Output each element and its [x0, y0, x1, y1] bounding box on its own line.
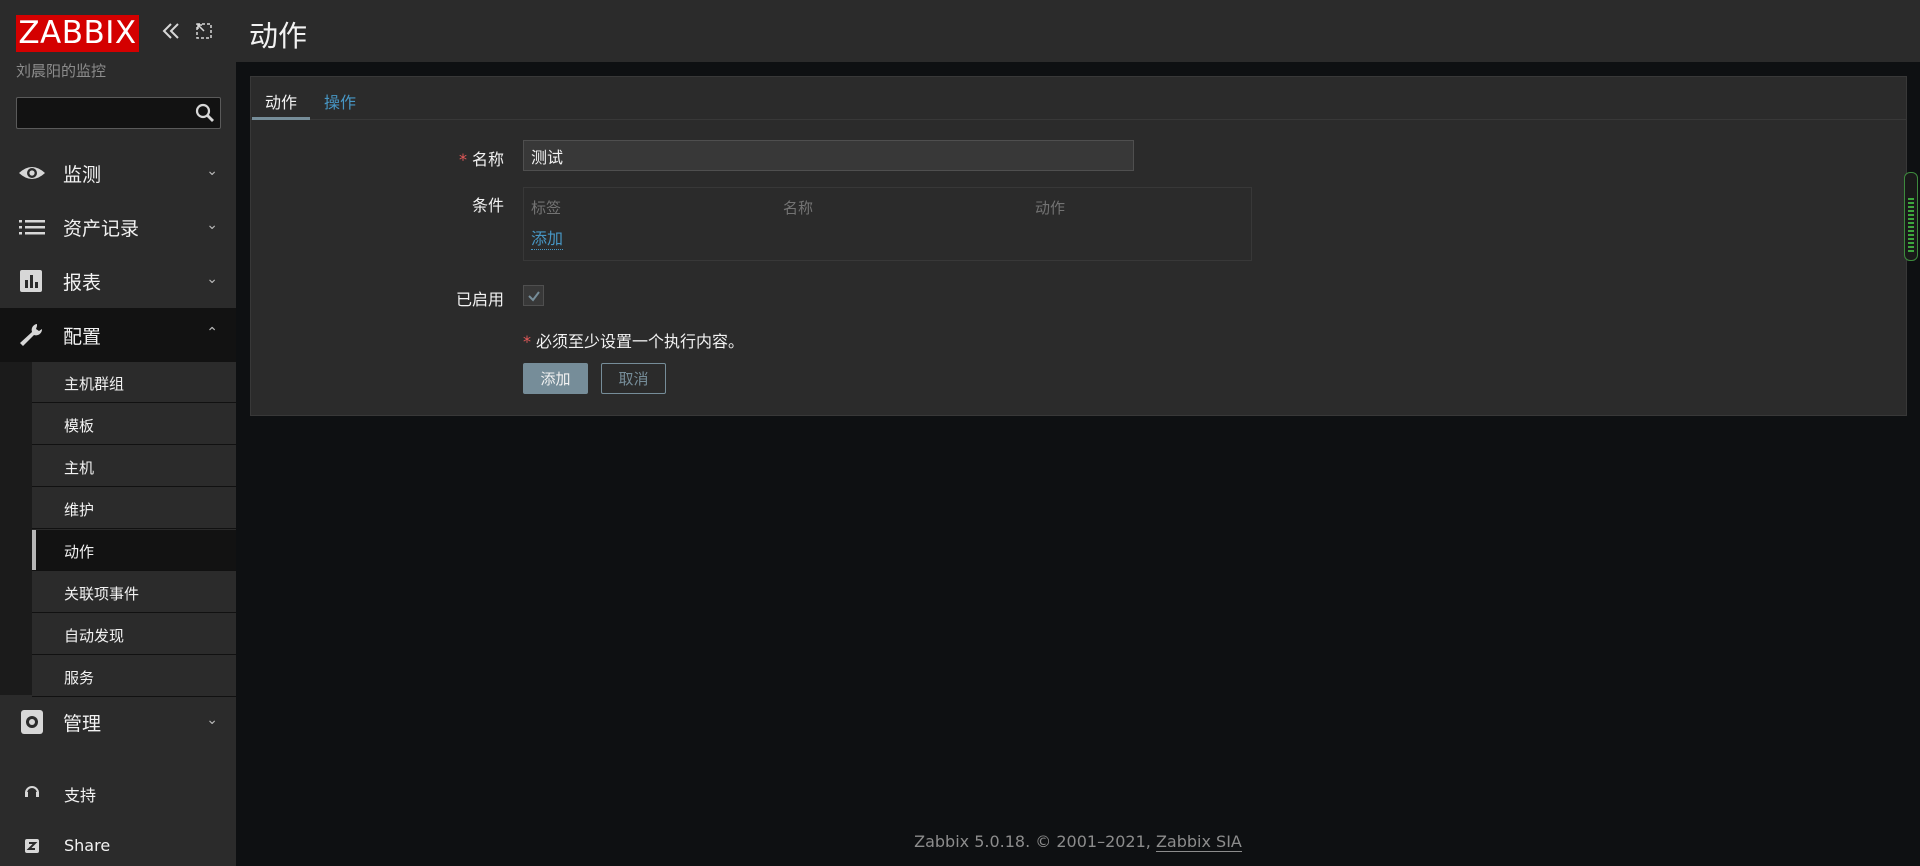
menu-support[interactable]: 支持	[0, 772, 236, 812]
menu-label: 配置	[63, 326, 102, 348]
search-icon[interactable]	[194, 102, 216, 124]
menu-label: 管理	[63, 713, 102, 735]
list-icon	[19, 220, 45, 235]
conditions-label: 条件	[471, 196, 504, 215]
submenu-label: 动作	[64, 543, 95, 561]
chevron-down-icon: ⌄	[206, 217, 218, 233]
page-header: 动作	[236, 0, 1920, 62]
submenu-rail	[0, 362, 32, 695]
collapse-sidebar-icon[interactable]	[158, 20, 184, 46]
column-header: 标签	[531, 199, 562, 217]
scroll-indicator[interactable]	[1904, 172, 1918, 261]
submenu-item-actions[interactable]: 动作	[32, 530, 236, 571]
column-header: 动作	[1035, 199, 1066, 217]
menu-label: 报表	[63, 272, 102, 294]
enabled-checkbox[interactable]	[523, 285, 544, 306]
chevron-down-icon: ⌄	[206, 163, 218, 179]
submenu-item-hostgroups[interactable]: 主机群组	[32, 362, 236, 403]
submenu-label: 服务	[64, 669, 95, 687]
submenu-item-hosts[interactable]: 主机	[32, 446, 236, 487]
menu-label: 监测	[63, 164, 102, 186]
active-tab-indicator	[252, 117, 310, 120]
submenu-item-templates[interactable]: 模板	[32, 404, 236, 445]
cancel-button[interactable]: 取消	[601, 363, 666, 394]
scroll-indicator-bars	[1908, 198, 1914, 253]
name-label-text: 名称	[471, 150, 504, 169]
kiosk-mode-icon[interactable]	[191, 20, 217, 46]
checkmark-icon	[528, 291, 540, 302]
column-header: 名称	[783, 199, 814, 217]
action-form: 动作 操作 *名称 条件 标签 名称 动作 添加 已启用 *必须至少设置一个执行…	[250, 76, 1907, 416]
bar-chart-icon	[20, 270, 42, 292]
menu-label: 支持	[64, 786, 97, 805]
submenu-label: 自动发现	[64, 627, 125, 645]
chevron-down-icon: ⌄	[206, 271, 218, 287]
sidebar: ZABBIX 刘晨阳的监控 监测 ⌄ 资产记录 ⌄ 报表 ⌄ 配置 ⌃ 主机群组…	[0, 0, 236, 866]
menu-label: 资产记录	[63, 218, 140, 240]
name-label: * 名称	[459, 146, 504, 170]
chevron-down-icon: ⌄	[206, 712, 218, 728]
required-note-text: 必须至少设置一个执行内容。	[536, 332, 745, 351]
headset-icon	[25, 786, 39, 797]
submenu-item-maintenance[interactable]: 维护	[32, 488, 236, 529]
search-box	[16, 97, 221, 129]
share-z-icon	[25, 839, 39, 853]
required-asterisk: *	[523, 332, 531, 351]
required-note: * 必须至少设置一个执行内容。	[523, 328, 744, 352]
eye-icon	[19, 167, 45, 179]
server-name: 刘晨阳的监控	[16, 62, 107, 80]
submenu-label: 关联项事件	[64, 585, 140, 603]
footer-link[interactable]: Zabbix SIA	[1155, 832, 1242, 852]
menu-administration[interactable]: 管理 ⌄	[0, 695, 236, 749]
menu-monitoring[interactable]: 监测 ⌄	[0, 146, 236, 200]
enabled-label: 已启用	[455, 290, 504, 309]
submenu-item-discovery[interactable]: 自动发现	[32, 614, 236, 655]
tab-operations[interactable]: 操作	[324, 89, 356, 113]
submenu-label: 主机群组	[64, 375, 125, 393]
conditions-table: 标签 名称 动作 添加	[523, 187, 1252, 261]
zabbix-logo[interactable]: ZABBIX	[16, 15, 139, 52]
search-input[interactable]	[17, 98, 187, 128]
submenu-label: 维护	[64, 501, 95, 519]
page-title: 动作	[249, 19, 308, 53]
menu-label: Share	[64, 836, 111, 855]
submenu-label: 模板	[64, 417, 95, 435]
menu-reports[interactable]: 报表 ⌄	[0, 254, 236, 308]
add-condition-link[interactable]: 添加	[531, 225, 564, 250]
menu-share[interactable]: Share	[0, 826, 236, 866]
gear-icon	[21, 710, 43, 734]
chevron-up-icon: ⌃	[206, 325, 218, 341]
tab-action[interactable]: 动作	[265, 89, 297, 113]
footer-text: Zabbix 5.0.18. © 2001–2021,	[914, 832, 1156, 851]
name-input[interactable]	[523, 140, 1134, 171]
wrench-icon	[20, 324, 43, 346]
submenu-label: 主机	[64, 459, 95, 477]
submenu-item-correlation[interactable]: 关联项事件	[32, 572, 236, 613]
tab-bar: 动作 操作	[251, 77, 1906, 120]
menu-inventory[interactable]: 资产记录 ⌄	[0, 200, 236, 254]
menu-configuration[interactable]: 配置 ⌃	[0, 308, 236, 362]
footer: Zabbix 5.0.18. © 2001–2021, Zabbix SIA	[236, 832, 1920, 852]
required-asterisk: *	[458, 150, 467, 169]
add-button[interactable]: 添加	[523, 363, 588, 394]
submenu-item-services[interactable]: 服务	[32, 656, 236, 697]
